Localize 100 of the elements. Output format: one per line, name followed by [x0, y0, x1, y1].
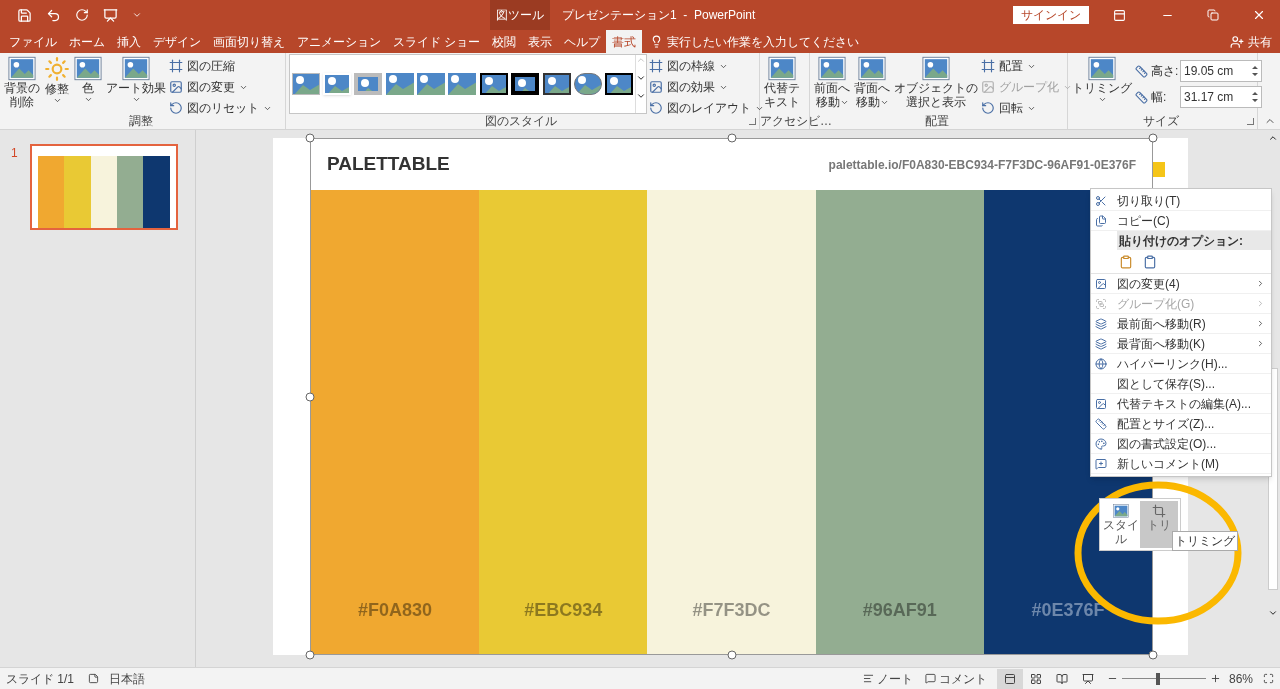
spellcheck-icon[interactable]: [88, 673, 99, 684]
swatch-label: #0E376F: [1031, 599, 1105, 622]
ribbon-button[interactable]: 前面へ 移動: [813, 54, 851, 109]
zoom-thumb[interactable]: [1156, 672, 1161, 685]
zoom-slider[interactable]: [1121, 672, 1206, 685]
slide-number: 1: [11, 145, 18, 162]
ribbon-button[interactable]: トリミング: [1071, 54, 1133, 104]
share-button[interactable]: 共有: [1230, 30, 1272, 53]
ribbon-tab[interactable]: アニメーション: [291, 30, 387, 53]
menu-item[interactable]: ハイパーリンク(H)...: [1091, 354, 1271, 374]
ribbon-small-button[interactable]: 配置: [981, 57, 1072, 75]
menu-icon: [1095, 337, 1107, 350]
tell-me-input[interactable]: 実行したい作業を入力してください: [667, 32, 898, 51]
spinner-icon[interactable]: [1252, 65, 1258, 77]
ribbon-small-icon: [169, 101, 183, 115]
ribbon-small-icon: [169, 80, 183, 94]
size-field[interactable]: 31.17 cm: [1180, 86, 1262, 108]
redo-icon[interactable]: [75, 8, 89, 22]
style-thumbnail[interactable]: [605, 73, 634, 95]
ribbon-small-button[interactable]: 図のレイアウト: [649, 99, 764, 117]
ribbon-tab[interactable]: 挿入: [111, 30, 147, 53]
slide-counter: スライド 1/1: [6, 670, 74, 688]
ribbon-tab[interactable]: スライド ショー: [387, 30, 487, 53]
close-icon[interactable]: [1252, 8, 1266, 22]
menu-item[interactable]: 最前面へ移動(R): [1091, 314, 1271, 334]
menu-item[interactable]: 最背面へ移動(K): [1091, 334, 1271, 354]
ribbon-tab[interactable]: ファイル: [3, 30, 63, 53]
ribbon-button[interactable]: 代替テ キスト: [763, 54, 801, 109]
style-thumbnail[interactable]: [542, 73, 571, 95]
ribbon-small-icon: [649, 59, 663, 73]
sign-in-button[interactable]: サインイン: [1013, 6, 1089, 24]
menu-item[interactable]: 図の書式設定(O)...: [1091, 434, 1271, 454]
style-thumbnail[interactable]: [573, 73, 602, 95]
style-thumbnail[interactable]: [448, 73, 477, 95]
menu-item[interactable]: 図として保存(S)...: [1091, 374, 1271, 394]
ribbon-options-icon[interactable]: [1113, 8, 1126, 22]
zoom-in-icon[interactable]: [1209, 673, 1221, 684]
save-icon[interactable]: [17, 7, 32, 23]
resize-handle[interactable]: [305, 392, 315, 401]
ribbon-tab[interactable]: ホーム: [63, 30, 111, 53]
ribbon-small-button[interactable]: 図の枠線: [649, 57, 764, 75]
ribbon-small-button[interactable]: 図の圧縮: [169, 57, 272, 75]
mini-toolbar-button[interactable]: トリ: [1140, 501, 1178, 548]
style-thumbnail[interactable]: [479, 73, 508, 95]
style-thumbnail[interactable]: [291, 73, 320, 95]
ribbon-tab[interactable]: デザイン: [147, 30, 207, 53]
scroll-down-icon[interactable]: [1268, 608, 1278, 618]
ribbon-tab[interactable]: 表示: [522, 30, 559, 53]
ribbon-tab[interactable]: 書式: [606, 30, 643, 53]
resize-handle[interactable]: [1148, 133, 1158, 143]
resize-handle[interactable]: [305, 650, 315, 660]
more-icon[interactable]: [636, 91, 646, 101]
tell-me-field[interactable]: 実行したい作業を入力してください: [650, 30, 898, 53]
zoom-level[interactable]: 86%: [1228, 669, 1253, 688]
ribbon-button[interactable]: 背景の 削除: [3, 54, 41, 109]
language-label[interactable]: 日本語: [109, 669, 145, 688]
ribbon-button[interactable]: アート効果: [105, 54, 167, 104]
resize-handle[interactable]: [727, 133, 736, 143]
fit-slide-icon[interactable]: [1263, 673, 1274, 684]
resize-handle[interactable]: [1148, 650, 1158, 660]
style-thumbnail[interactable]: [511, 73, 540, 95]
menu-item[interactable]: 配置とサイズ(Z)...: [1091, 414, 1271, 434]
ribbon-tab[interactable]: ヘルプ: [558, 30, 607, 53]
comments-button[interactable]: コメント: [924, 669, 987, 688]
ribbon-tab[interactable]: 画面切り替え: [207, 30, 291, 53]
menu-item[interactable]: 新しいコメント(M): [1091, 454, 1271, 474]
restore-icon[interactable]: [1207, 9, 1219, 21]
ribbon-button[interactable]: 色: [73, 54, 103, 104]
menu-icon: [1095, 297, 1107, 310]
ribbon-small-button[interactable]: 回転: [981, 99, 1072, 117]
size-field[interactable]: 19.05 cm: [1180, 60, 1262, 82]
menu-item[interactable]: 切り取り(T): [1091, 191, 1271, 211]
notes-button[interactable]: ノート: [862, 669, 913, 688]
ribbon-button[interactable]: 修整: [43, 54, 71, 105]
ribbon-small-button[interactable]: 図の変更: [169, 78, 272, 96]
spinner-icon[interactable]: [1252, 91, 1258, 103]
mini-toolbar-button[interactable]: スタイ ル: [1102, 501, 1140, 548]
customize-icon[interactable]: [132, 10, 142, 20]
dialog-launcher-icon[interactable]: [749, 117, 756, 125]
ribbon-button[interactable]: オブジェクトの 選択と表示: [893, 54, 979, 109]
style-thumbnail[interactable]: [385, 73, 414, 95]
scroll-up-icon[interactable]: [1268, 133, 1278, 143]
style-thumbnail[interactable]: [354, 73, 383, 95]
ribbon-tab[interactable]: 校閲: [486, 30, 523, 53]
undo-icon[interactable]: [46, 7, 61, 23]
style-thumbnail[interactable]: [417, 73, 446, 95]
scroll-down-icon[interactable]: [636, 73, 646, 83]
ribbon-small-button[interactable]: 図の効果: [649, 78, 764, 96]
resize-handle[interactable]: [305, 133, 315, 143]
view-button[interactable]: [996, 668, 1023, 689]
menu-item[interactable]: 図の変更(4): [1091, 274, 1271, 294]
paste-picture-icon[interactable]: [1143, 254, 1157, 269]
menu-item[interactable]: 代替テキストの編集(A)...: [1091, 394, 1271, 414]
dialog-launcher-icon[interactable]: [1247, 117, 1254, 125]
resize-handle[interactable]: [727, 650, 736, 660]
slide-thumbnail[interactable]: [29, 144, 178, 230]
ribbon-small-button[interactable]: 図のリセット: [169, 99, 272, 117]
paste-icon[interactable]: [1119, 254, 1133, 269]
ribbon-button[interactable]: 背面へ 移動: [853, 54, 891, 109]
slideshow-icon[interactable]: [103, 7, 118, 23]
